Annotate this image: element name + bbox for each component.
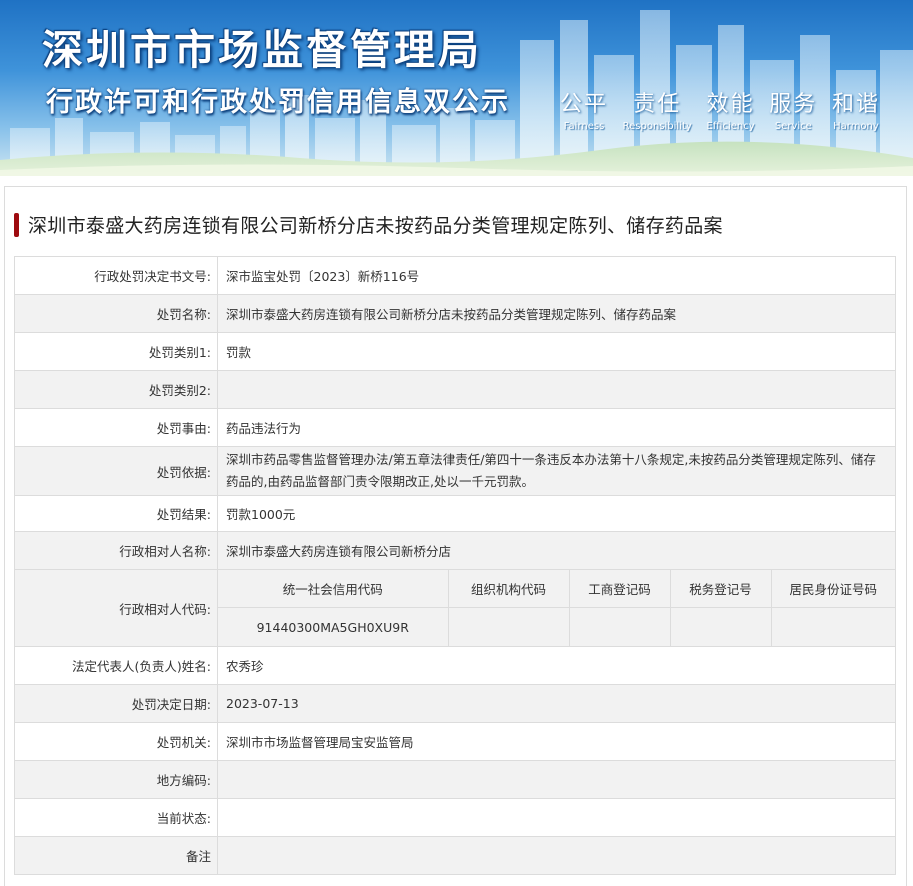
slogan-zh: 公平 — [560, 92, 609, 117]
decision-no-label: 行政处罚决定书文号: — [14, 256, 218, 295]
banner-slogans: 公平 Fairness 责任 Responsibility 效能 Efficie… — [560, 86, 880, 132]
id-card-value — [771, 607, 895, 646]
table-row: 处罚名称: 深圳市泰盛大药房连锁有限公司新桥分店未按药品分类管理规定陈列、储存药… — [14, 294, 896, 333]
slogan-en: Service — [774, 121, 812, 132]
table-row: 法定代表人(负责人)姓名: 农秀珍 — [14, 646, 896, 685]
authority-value: 深圳市市场监督管理局宝安监管局 — [217, 722, 896, 761]
counterparty-code-cell: 统一社会信用代码 组织机构代码 工商登记码 税务登记号 居民身份证号码 9144… — [217, 569, 896, 647]
decision-date-label: 处罚决定日期: — [14, 684, 218, 723]
penalty-info-table: 行政处罚决定书文号: 深市监宝处罚〔2023〕新桥116号 处罚名称: 深圳市泰… — [14, 256, 896, 875]
slogan-fairness: 公平 Fairness — [560, 86, 608, 132]
banner-subtitle: 行政许可和行政处罚信用信息双公示 — [46, 87, 510, 118]
penalty-name-label: 处罚名称: — [14, 294, 218, 333]
slogan-zh: 和谐 — [831, 92, 880, 117]
status-label: 当前状态: — [14, 798, 218, 837]
table-row: 地方编码: — [14, 760, 896, 799]
slogan-en: Responsibility — [622, 121, 692, 132]
basis-value: 深圳市药品零售监督管理办法/第五章法律责任/第四十一条违反本办法第十八条规定,未… — [217, 446, 896, 496]
table-row: 行政相对人代码: 统一社会信用代码 组织机构代码 工商登记码 税务登记号 居民身… — [14, 569, 896, 647]
table-row: 处罚机关: 深圳市市场监督管理局宝安监管局 — [14, 722, 896, 761]
heading-accent-bar — [14, 212, 19, 237]
slogan-zh: 服务 — [769, 92, 818, 117]
basis-label: 处罚依据: — [14, 446, 218, 496]
org-code-value — [448, 607, 570, 646]
slogan-service: 服务 Service — [769, 86, 817, 132]
result-label: 处罚结果: — [14, 495, 218, 532]
penalty-name-value: 深圳市泰盛大药房连锁有限公司新桥分店未按药品分类管理规定陈列、储存药品案 — [217, 294, 896, 333]
slogan-responsibility: 责任 Responsibility — [623, 86, 692, 132]
table-row: 当前状态: — [14, 798, 896, 837]
slogan-en: Harmony — [833, 121, 879, 132]
region-code-value — [217, 760, 896, 799]
slogan-zh: 责任 — [633, 92, 682, 117]
counterparty-code-table: 统一社会信用代码 组织机构代码 工商登记码 税务登记号 居民身份证号码 9144… — [218, 570, 895, 646]
tax-reg-value — [670, 607, 772, 646]
category1-value: 罚款 — [217, 332, 896, 371]
result-value: 罚款1000元 — [217, 495, 896, 532]
category2-value — [217, 370, 896, 409]
decision-no-value: 深市监宝处罚〔2023〕新桥116号 — [217, 256, 896, 295]
id-card-header: 居民身份证号码 — [771, 570, 895, 608]
table-row: 处罚类别1: 罚款 — [14, 332, 896, 371]
slogan-en: Efficiency — [706, 121, 755, 132]
table-row: 处罚类别2: — [14, 370, 896, 409]
category2-label: 处罚类别2: — [14, 370, 218, 409]
remark-label: 备注 — [14, 836, 218, 875]
slogan-harmony: 和谐 Harmony — [832, 86, 880, 132]
table-row: 处罚决定日期: 2023-07-13 — [14, 684, 896, 723]
region-code-label: 地方编码: — [14, 760, 218, 799]
business-reg-header: 工商登记码 — [569, 570, 671, 608]
legal-rep-value: 农秀珍 — [217, 646, 896, 685]
reason-value: 药品违法行为 — [217, 408, 896, 447]
tax-reg-header: 税务登记号 — [670, 570, 772, 608]
case-heading: 深圳市泰盛大药房连锁有限公司新桥分店未按药品分类管理规定陈列、储存药品案 — [14, 211, 723, 238]
decision-date-value: 2023-07-13 — [217, 684, 896, 723]
header-banner: 深圳市市场监督管理局 行政许可和行政处罚信用信息双公示 公平 Fairness … — [0, 0, 913, 176]
reason-label: 处罚事由: — [14, 408, 218, 447]
table-row: 处罚依据: 深圳市药品零售监督管理办法/第五章法律责任/第四十一条违反本办法第十… — [14, 446, 896, 496]
table-row: 处罚事由: 药品违法行为 — [14, 408, 896, 447]
credit-code-header: 统一社会信用代码 — [218, 570, 449, 608]
table-row: 行政处罚决定书文号: 深市监宝处罚〔2023〕新桥116号 — [14, 256, 896, 295]
remark-value — [217, 836, 896, 875]
slogan-zh: 效能 — [706, 92, 755, 117]
table-row: 处罚结果: 罚款1000元 — [14, 495, 896, 532]
credit-code-value: 91440300MA5GH0XU9R — [218, 607, 449, 646]
legal-rep-label: 法定代表人(负责人)姓名: — [14, 646, 218, 685]
counterparty-code-label: 行政相对人代码: — [14, 569, 218, 647]
counterparty-name-label: 行政相对人名称: — [14, 531, 218, 570]
slogan-en: Fairness — [563, 121, 605, 132]
case-title: 深圳市泰盛大药房连锁有限公司新桥分店未按药品分类管理规定陈列、储存药品案 — [28, 215, 723, 237]
business-reg-value — [569, 607, 671, 646]
table-row: 备注 — [14, 836, 896, 875]
banner-title: 深圳市市场监督管理局 — [42, 26, 482, 74]
category1-label: 处罚类别1: — [14, 332, 218, 371]
counterparty-name-value: 深圳市泰盛大药房连锁有限公司新桥分店 — [217, 531, 896, 570]
org-code-header: 组织机构代码 — [448, 570, 570, 608]
content-panel: 深圳市泰盛大药房连锁有限公司新桥分店未按药品分类管理规定陈列、储存药品案 行政处… — [4, 186, 907, 886]
table-row: 行政相对人名称: 深圳市泰盛大药房连锁有限公司新桥分店 — [14, 531, 896, 570]
status-value — [217, 798, 896, 837]
slogan-efficiency: 效能 Efficiency — [706, 86, 754, 132]
authority-label: 处罚机关: — [14, 722, 218, 761]
code-value-row: 91440300MA5GH0XU9R — [218, 607, 895, 646]
code-header-row: 统一社会信用代码 组织机构代码 工商登记码 税务登记号 居民身份证号码 — [218, 570, 895, 608]
